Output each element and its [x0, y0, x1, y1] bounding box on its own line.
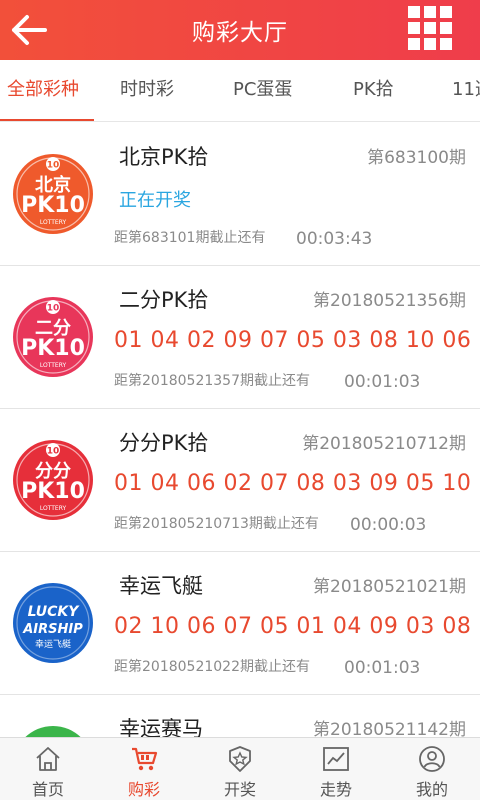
countdown-label: 距第20180521022期截止还有: [114, 659, 310, 675]
issue-number: 第20180521356期: [313, 291, 466, 311]
nav-label: 我的: [415, 780, 448, 799]
grid-icon: [408, 6, 420, 18]
svg-text:LUCKY: LUCKY: [28, 604, 81, 620]
erfen-pk10-logo: 10 二分 PK10 LOTTERY: [12, 296, 94, 378]
svg-text:AIRSHIP: AIRSHIP: [22, 622, 83, 637]
countdown-label: 距第20180521357期截止还有: [114, 373, 310, 389]
nav-label: 首页: [31, 780, 64, 799]
nav-home[interactable]: 首页: [0, 738, 96, 800]
lottery-row-fenfen-pk10[interactable]: 10 分分 PK10 LOTTERY 分分PK拾 第20180521071​2期…: [0, 409, 480, 552]
countdown-time: 00:01:03: [344, 658, 421, 678]
bottom-navigation: 首页 购彩 开奖 走势 我的: [0, 737, 480, 800]
nav-results[interactable]: 开奖: [192, 738, 288, 800]
lottery-name: 分分PK拾: [119, 431, 209, 455]
home-icon: [36, 747, 60, 771]
svg-text:LOTTERY: LOTTERY: [40, 362, 67, 369]
issue-number: 第683100期: [367, 148, 466, 168]
lottery-name: 幸运飞艇: [119, 574, 203, 598]
winning-numbers: 02 10 06 07 05 01 04 09 03 08: [114, 614, 472, 639]
nav-label: 走势: [319, 780, 352, 799]
grid-menu-button[interactable]: [408, 6, 456, 54]
active-tab-indicator: [0, 119, 94, 121]
svg-text:10: 10: [47, 161, 60, 171]
tab-ssc[interactable]: 时时彩: [120, 60, 174, 121]
issue-number: 第20180521142期: [313, 720, 466, 737]
cart-icon: [132, 747, 158, 771]
lottery-name: 二分PK拾: [119, 288, 209, 312]
winning-numbers: 01 04 06 02 07 08 03 09 05 10: [114, 471, 472, 496]
nav-buy[interactable]: 购彩: [96, 738, 192, 800]
award-icon: [229, 746, 251, 772]
lottery-row-beijing-pk10[interactable]: 10 北京 PK10 LOTTERY 北京PK拾 第683100期 正在开奖 距…: [0, 123, 480, 266]
lottery-row-erfen-pk10[interactable]: 10 二分 PK10 LOTTERY 二分PK拾 第20180521356期 0…: [0, 266, 480, 409]
page-title: 购彩大厅: [192, 20, 288, 46]
svg-text:幸运飞艇: 幸运飞艇: [35, 638, 71, 650]
svg-text:PK10: PK10: [21, 479, 85, 504]
tab-all[interactable]: 全部彩种: [7, 60, 79, 121]
svg-text:LOTTERY: LOTTERY: [40, 219, 67, 226]
nav-label: 开奖: [223, 780, 256, 799]
lottery-list: 10 北京 PK10 LOTTERY 北京PK拾 第683100期 正在开奖 距…: [0, 123, 480, 737]
tab-11x5[interactable]: 11选: [452, 60, 480, 121]
tab-pk10[interactable]: PK拾: [353, 60, 394, 121]
svg-text:10: 10: [47, 447, 60, 457]
lottery-row-lucky-horse[interactable]: 幸运赛马 第20180521142期: [0, 695, 480, 737]
beijing-pk10-logo: 10 北京 PK10 LOTTERY: [12, 153, 94, 235]
lottery-name: 幸运赛马: [119, 717, 203, 737]
countdown-time: 00:03:43: [296, 229, 373, 249]
lucky-horse-logo: [12, 725, 94, 737]
svg-text:10: 10: [47, 304, 60, 314]
svg-text:PK10: PK10: [21, 193, 85, 218]
trend-icon: [323, 747, 349, 771]
countdown-time: 00:00:03: [350, 515, 427, 535]
svg-text:LOTTERY: LOTTERY: [40, 505, 67, 512]
category-tabs: 全部彩种 时时彩 PC蛋蛋 PK拾 11选: [0, 60, 480, 122]
issue-number: 第20180521071​2期: [302, 434, 466, 454]
nav-trend[interactable]: 走势: [288, 738, 384, 800]
countdown-label: 距第683101期截止还有: [114, 230, 266, 246]
top-bar: 购彩大厅: [0, 0, 480, 60]
svg-text:PK10: PK10: [21, 336, 85, 361]
nav-label: 购彩: [127, 780, 160, 799]
lottery-row-lucky-airship[interactable]: LUCKY AIRSHIP 幸运飞艇 幸运飞艇 第20180521021期 02…: [0, 552, 480, 695]
tab-pcdd[interactable]: PC蛋蛋: [233, 60, 292, 121]
user-icon: [419, 746, 445, 772]
fenfen-pk10-logo: 10 分分 PK10 LOTTERY: [12, 439, 94, 521]
drawing-status: 正在开奖: [119, 190, 191, 211]
countdown-label: 距第20180521071​3期截止还有: [114, 516, 319, 532]
issue-number: 第20180521021期: [313, 577, 466, 597]
back-button[interactable]: [6, 8, 52, 52]
countdown-time: 00:01:03: [344, 372, 421, 392]
nav-profile[interactable]: 我的: [384, 738, 480, 800]
lottery-name: 北京PK拾: [119, 145, 209, 169]
winning-numbers: 01 04 02 09 07 05 03 08 10 06: [114, 328, 472, 353]
lottery-hall-screen: 购彩大厅 全部彩种 时时彩 PC蛋蛋 PK拾 11选 10 北京 P: [0, 0, 480, 800]
lucky-airship-logo: LUCKY AIRSHIP 幸运飞艇: [12, 582, 94, 664]
arrow-left-icon: [12, 15, 47, 45]
